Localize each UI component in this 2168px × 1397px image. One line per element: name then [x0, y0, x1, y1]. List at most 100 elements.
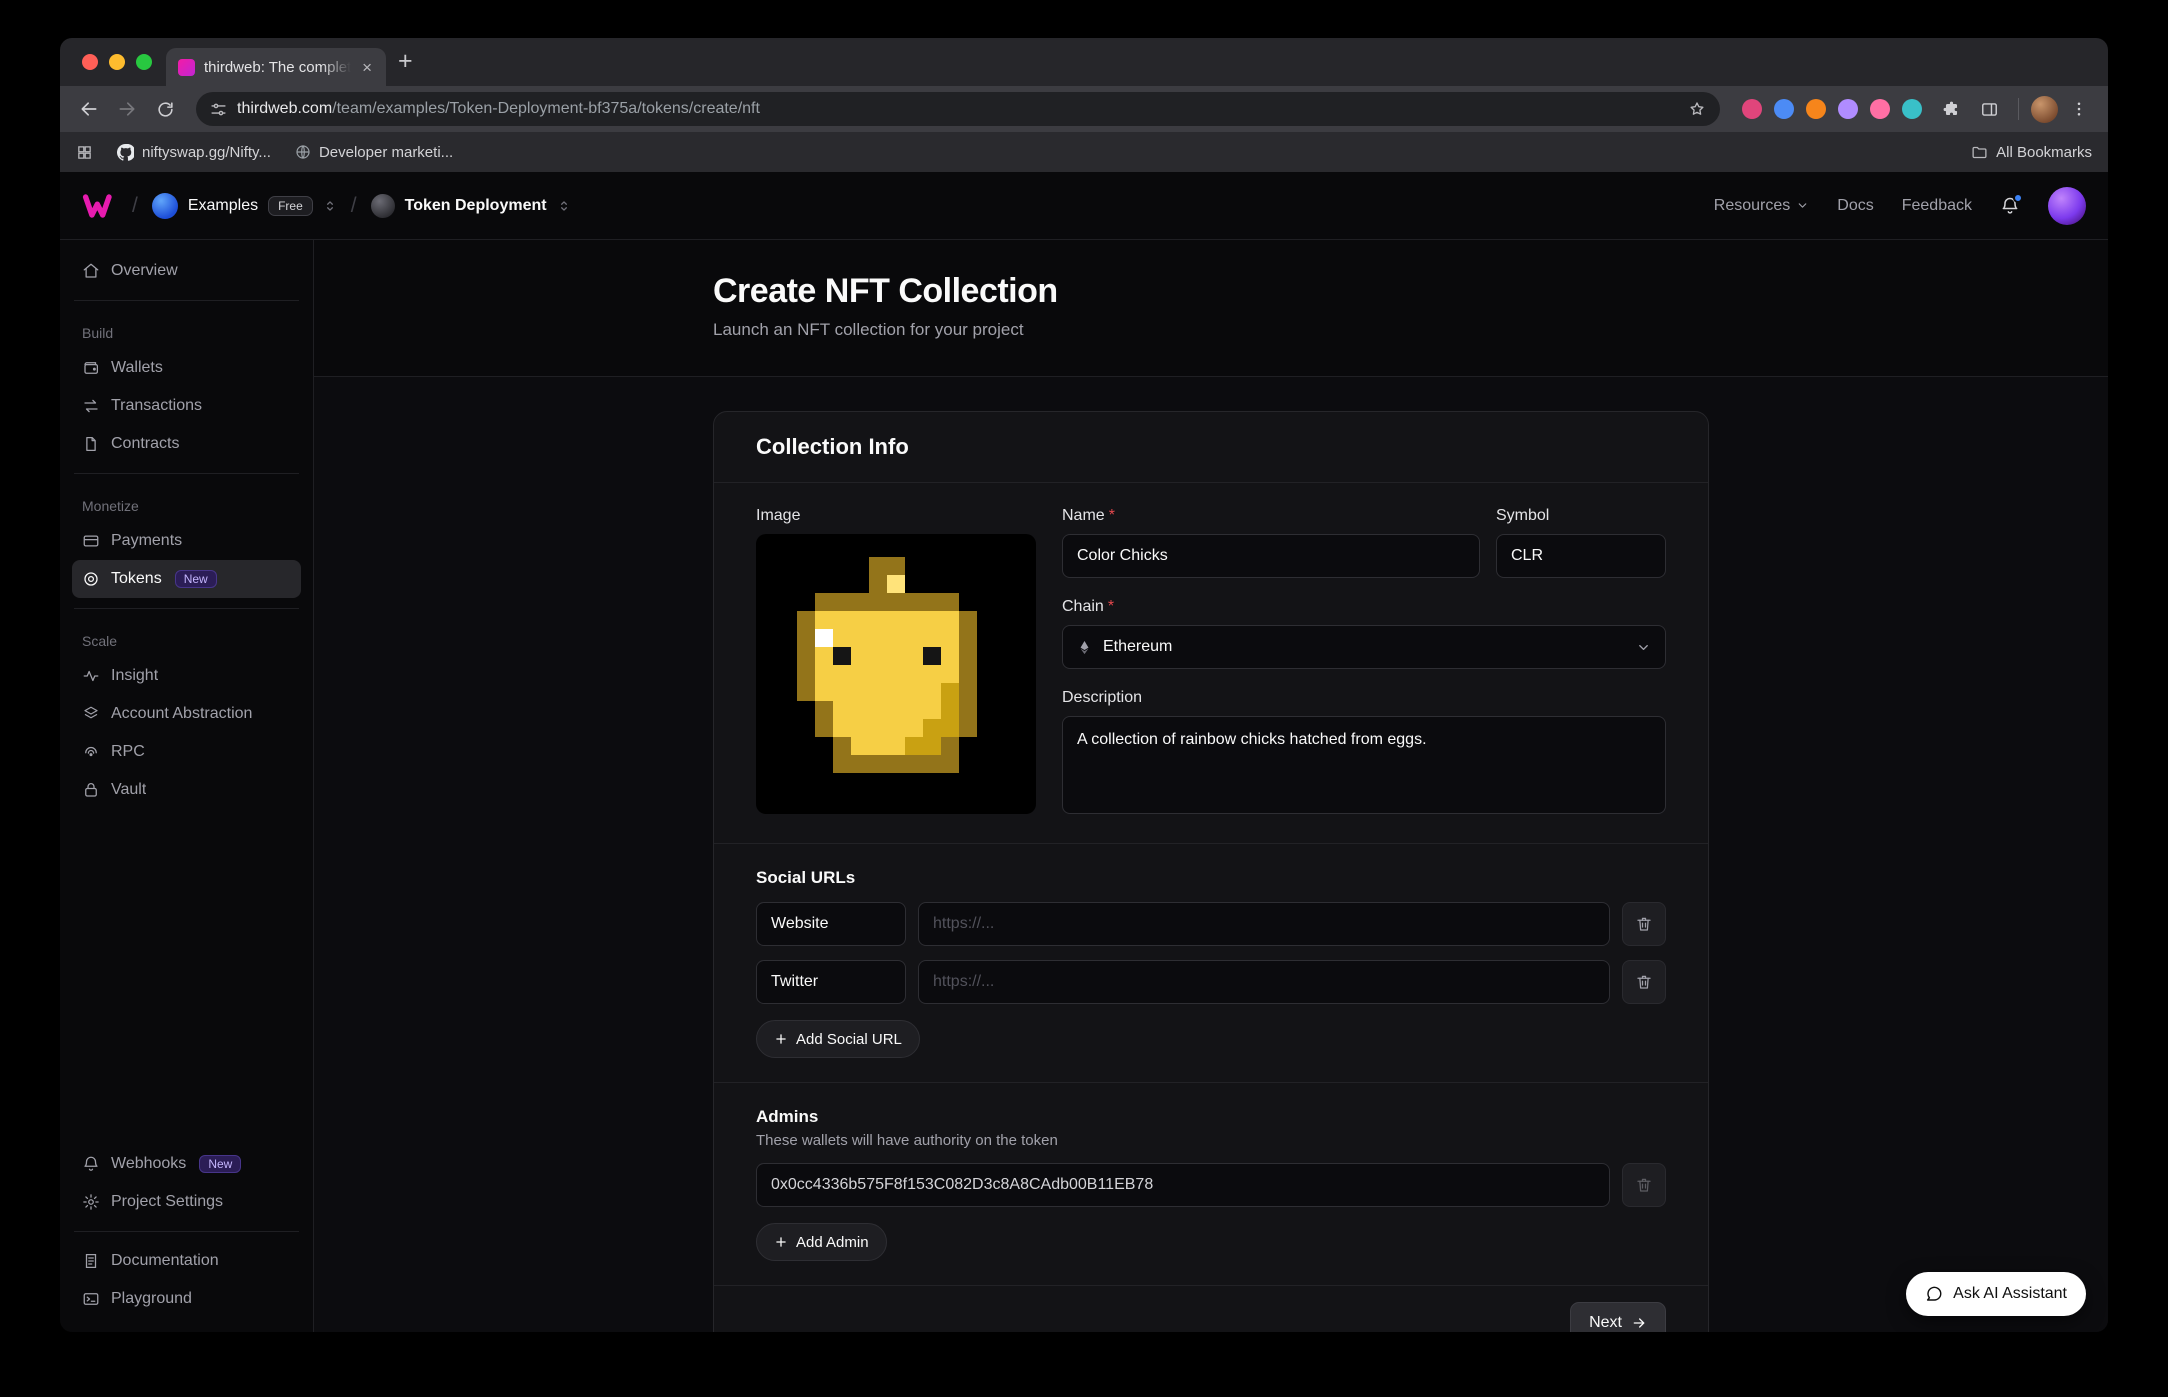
- transactions-icon: [82, 397, 100, 415]
- admin-row: [756, 1163, 1666, 1207]
- bookmark-item-niftyswap[interactable]: niftyswap.gg/Nifty...: [117, 144, 271, 161]
- add-social-url-button[interactable]: Add Social URL: [756, 1020, 920, 1058]
- new-badge: New: [175, 570, 217, 588]
- chat-bubble-icon: [1925, 1285, 1943, 1303]
- team-avatar: [152, 193, 178, 219]
- sidebar-item-vault[interactable]: Vault: [72, 771, 301, 809]
- minimize-window-button[interactable]: [109, 54, 125, 70]
- extension-icon-4[interactable]: [1838, 99, 1858, 119]
- user-avatar[interactable]: [2048, 187, 2086, 225]
- bookmark-star-icon[interactable]: [1688, 100, 1706, 118]
- collection-image-upload[interactable]: [756, 534, 1036, 814]
- social-url-input[interactable]: [918, 902, 1610, 946]
- social-platform-input[interactable]: [756, 960, 906, 1004]
- chevron-down-icon: [1636, 640, 1651, 655]
- browser-profile-avatar[interactable]: [2031, 96, 2058, 123]
- reload-icon[interactable]: [148, 92, 182, 126]
- new-tab-button[interactable]: +: [398, 49, 413, 76]
- thirdweb-logo[interactable]: [82, 193, 118, 219]
- description-textarea[interactable]: A collection of rainbow chicks hatched f…: [1062, 716, 1666, 814]
- nav-resources[interactable]: Resources: [1714, 197, 1809, 215]
- sidebar-item-project-settings[interactable]: Project Settings: [72, 1183, 301, 1221]
- project-selector[interactable]: Token Deployment: [371, 194, 571, 218]
- trash-icon: [1635, 1176, 1653, 1194]
- social-urls-section: Social URLs: [714, 844, 1708, 1082]
- sidebar-item-webhooks[interactable]: Webhooks New: [72, 1145, 301, 1183]
- trash-icon: [1635, 973, 1653, 991]
- team-selector[interactable]: Examples Free: [152, 193, 337, 219]
- sidebar-item-account-abstraction[interactable]: Account Abstraction: [72, 695, 301, 733]
- main-content: Create NFT Collection Launch an NFT coll…: [314, 240, 2108, 1332]
- zoom-window-button[interactable]: [136, 54, 152, 70]
- new-badge: New: [199, 1155, 241, 1173]
- bookmark-item-developer[interactable]: Developer marketi...: [295, 144, 453, 161]
- tab-close-icon[interactable]: ×: [360, 57, 374, 78]
- toolbar-separator: [2018, 98, 2019, 120]
- url-bar[interactable]: thirdweb.com/team/examples/Token-Deploym…: [196, 92, 1720, 126]
- sidebar-divider: [74, 608, 299, 609]
- chain-select[interactable]: Ethereum: [1062, 625, 1666, 669]
- extension-icon-3[interactable]: [1806, 99, 1826, 119]
- sidebar-item-wallets[interactable]: Wallets: [72, 349, 301, 387]
- window-controls: [82, 54, 152, 70]
- apps-grid-icon[interactable]: [76, 144, 93, 161]
- delete-social-row-button[interactable]: [1622, 960, 1666, 1004]
- extension-icon-1[interactable]: [1742, 99, 1762, 119]
- sidebar-section-monetize: Monetize: [72, 484, 301, 522]
- url-text: thirdweb.com/team/examples/Token-Deploym…: [237, 100, 1678, 118]
- social-row: [756, 960, 1666, 1004]
- extension-icon-2[interactable]: [1774, 99, 1794, 119]
- back-icon[interactable]: [72, 92, 106, 126]
- forward-icon[interactable]: [110, 92, 144, 126]
- sidebar-item-insight[interactable]: Insight: [72, 657, 301, 695]
- admins-section: Admins These wallets will have authority…: [714, 1083, 1708, 1285]
- trash-icon: [1635, 915, 1653, 933]
- collection-info-card: Collection Info Image: [713, 411, 1709, 1332]
- nav-docs[interactable]: Docs: [1837, 197, 1873, 215]
- side-panel-icon[interactable]: [1972, 92, 2006, 126]
- delete-social-row-button[interactable]: [1622, 902, 1666, 946]
- breadcrumb-separator: /: [349, 194, 359, 218]
- browser-window: thirdweb: The complete web3... × + third…: [60, 38, 2108, 1332]
- sidebar-divider: [74, 473, 299, 474]
- lock-icon: [82, 781, 100, 799]
- name-input[interactable]: [1062, 534, 1480, 578]
- symbol-input[interactable]: [1496, 534, 1666, 578]
- notification-dot: [2013, 193, 2023, 203]
- social-platform-input[interactable]: [756, 902, 906, 946]
- plus-icon: [774, 1032, 788, 1046]
- next-button[interactable]: Next: [1570, 1302, 1666, 1332]
- chain-value: Ethereum: [1103, 638, 1172, 656]
- sidebar-item-overview[interactable]: Overview: [72, 252, 301, 290]
- delete-admin-button[interactable]: [1622, 1163, 1666, 1207]
- admin-address-input[interactable]: [756, 1163, 1610, 1207]
- required-marker: *: [1108, 598, 1114, 616]
- sidebar-divider: [74, 300, 299, 301]
- add-admin-button[interactable]: Add Admin: [756, 1223, 887, 1261]
- browser-tab[interactable]: thirdweb: The complete web3... ×: [166, 48, 386, 86]
- sidebar-item-transactions[interactable]: Transactions: [72, 387, 301, 425]
- sidebar-item-contracts[interactable]: Contracts: [72, 425, 301, 463]
- browser-menu-icon[interactable]: [2062, 92, 2096, 126]
- folder-icon: [1971, 144, 1988, 161]
- sidebar-item-documentation[interactable]: Documentation: [72, 1242, 301, 1280]
- bell-icon: [82, 1155, 100, 1173]
- sidebar-item-rpc[interactable]: RPC: [72, 733, 301, 771]
- all-bookmarks-button[interactable]: All Bookmarks: [1971, 144, 2092, 161]
- notifications-bell-icon[interactable]: [2000, 196, 2020, 216]
- social-url-input[interactable]: [918, 960, 1610, 1004]
- ask-ai-assistant-button[interactable]: Ask AI Assistant: [1906, 1272, 2086, 1316]
- sidebar-divider: [74, 1231, 299, 1232]
- extensions-puzzle-icon[interactable]: [1934, 92, 1968, 126]
- plus-icon: [774, 1235, 788, 1249]
- nav-feedback[interactable]: Feedback: [1902, 197, 1972, 215]
- chain-label: Chain: [1062, 598, 1104, 616]
- close-window-button[interactable]: [82, 54, 98, 70]
- sidebar-item-playground[interactable]: Playground: [72, 1280, 301, 1318]
- sidebar-item-payments[interactable]: Payments: [72, 522, 301, 560]
- sidebar-item-tokens[interactable]: Tokens New: [72, 560, 301, 598]
- project-name: Token Deployment: [405, 197, 547, 215]
- extension-icon-5[interactable]: [1870, 99, 1890, 119]
- extension-icon-6[interactable]: [1902, 99, 1922, 119]
- site-info-icon[interactable]: [210, 101, 227, 118]
